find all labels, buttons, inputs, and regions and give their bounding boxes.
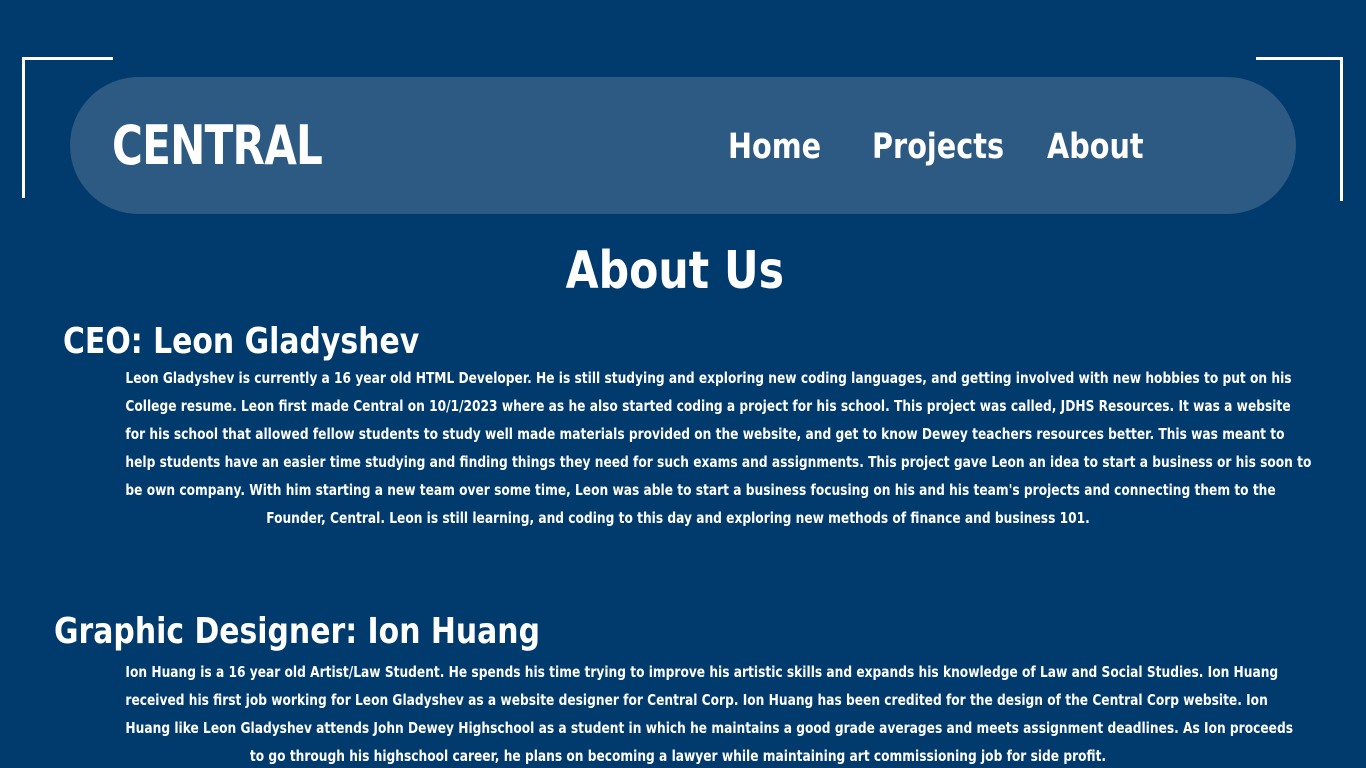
nav-link-about[interactable]: About	[1047, 127, 1144, 167]
ceo-bio-line: be own company. With him starting a new …	[125, 481, 1276, 499]
page-title: About Us	[565, 241, 785, 301]
designer-bio-line: to go through his highschool career, he …	[249, 747, 1107, 765]
ceo-bio: Leon Gladyshev is currently a 16 year ol…	[0, 364, 1356, 532]
ceo-bio-line: College resume. Leon first made Central …	[125, 397, 1291, 415]
page: CENTRAL Home Projects About About Us CEO…	[0, 0, 1366, 768]
ceo-bio-line: Leon Gladyshev is currently a 16 year ol…	[125, 369, 1292, 387]
ceo-heading: CEO: Leon Gladyshev	[63, 321, 420, 362]
nav-link-home[interactable]: Home	[728, 127, 821, 167]
designer-bio-line: Ion Huang is a 16 year old Artist/Law St…	[125, 663, 1279, 681]
nav-link-projects[interactable]: Projects	[872, 127, 1004, 167]
designer-bio: Ion Huang is a 16 year old Artist/Law St…	[0, 658, 1356, 768]
ceo-bio-line: Founder, Central. Leon is still learning…	[266, 509, 1090, 527]
designer-heading: Graphic Designer: Ion Huang	[54, 611, 540, 652]
ceo-bio-line: help students have an easier time studyi…	[125, 453, 1312, 471]
ceo-bio-line: for his school that allowed fellow stude…	[125, 425, 1285, 443]
logo[interactable]: CENTRAL	[112, 113, 323, 179]
designer-bio-line: received his first job working for Leon …	[125, 691, 1268, 709]
navbar: CENTRAL Home Projects About	[70, 77, 1296, 214]
designer-bio-line: Huang like Leon Gladyshev attends John D…	[125, 719, 1293, 737]
